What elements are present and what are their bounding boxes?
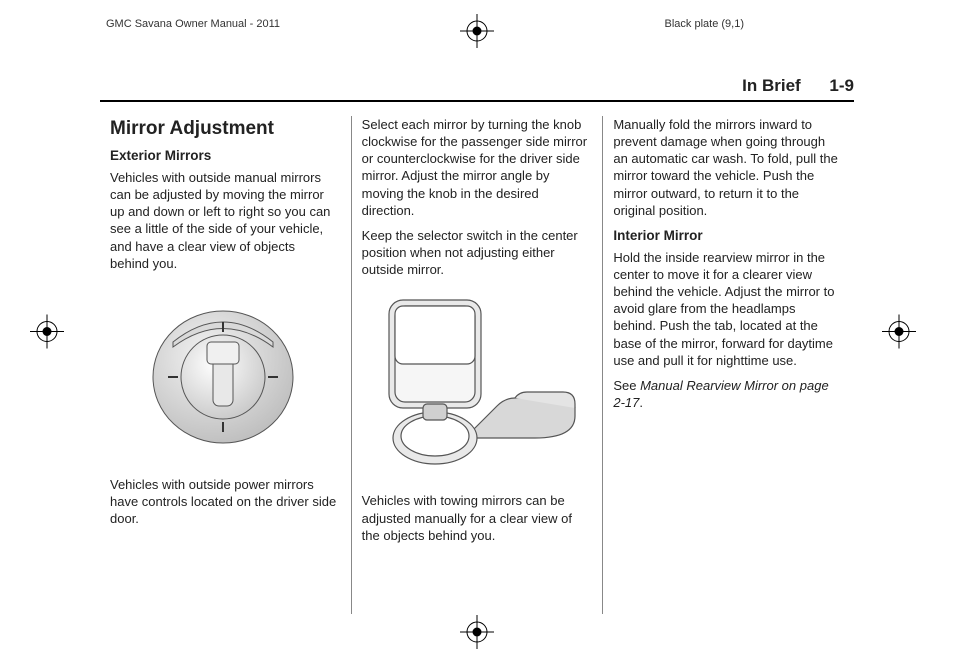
section-heading: Mirror Adjustment	[110, 116, 337, 141]
paragraph: Vehicles with outside manual mirrors can…	[110, 169, 337, 272]
header-section: In Brief	[742, 76, 801, 95]
subheading-interior-mirror: Interior Mirror	[613, 227, 840, 245]
manual-page: GMC Savana Owner Manual - 2011 Black pla…	[0, 0, 954, 668]
paragraph: Select each mirror by turning the knob c…	[362, 116, 589, 219]
content-frame: In Brief 1-9 Mirror Adjustment Exterior …	[100, 78, 854, 614]
see-reference: See Manual Rearview Mirror on page 2-17.	[613, 377, 840, 411]
paragraph: Vehicles with towing mirrors can be adju…	[362, 492, 589, 543]
paragraph: Vehicles with outside power mirrors have…	[110, 476, 337, 527]
paragraph: Manually fold the mirrors inward to prev…	[613, 116, 840, 219]
running-header: In Brief 1-9	[742, 76, 854, 96]
plate-info: Black plate (9,1)	[665, 18, 744, 30]
paragraph: Hold the inside rearview mirror in the c…	[613, 249, 840, 369]
mirror-knob-figure	[110, 282, 337, 462]
cross-reference: Manual Rearview Mirror on page 2-17	[613, 378, 828, 410]
header-rule	[100, 100, 854, 102]
crop-mark-icon	[30, 315, 64, 354]
column-1: Mirror Adjustment Exterior Mirrors Vehic…	[100, 116, 351, 614]
doc-title: GMC Savana Owner Manual - 2011	[106, 18, 280, 30]
print-metadata: GMC Savana Owner Manual - 2011 Black pla…	[100, 18, 854, 42]
crop-mark-icon	[882, 315, 916, 354]
subheading-exterior-mirrors: Exterior Mirrors	[110, 147, 337, 165]
paragraph: Keep the selector switch in the center p…	[362, 227, 589, 278]
see-prefix: See	[613, 378, 640, 393]
column-3: Manually fold the mirrors inward to prev…	[602, 116, 854, 614]
three-column-body: Mirror Adjustment Exterior Mirrors Vehic…	[100, 116, 854, 614]
towing-mirror-figure	[362, 288, 589, 478]
see-suffix: .	[639, 395, 643, 410]
column-2: Select each mirror by turning the knob c…	[351, 116, 603, 614]
crop-mark-icon	[460, 615, 494, 654]
header-page-number: 1-9	[829, 76, 854, 95]
